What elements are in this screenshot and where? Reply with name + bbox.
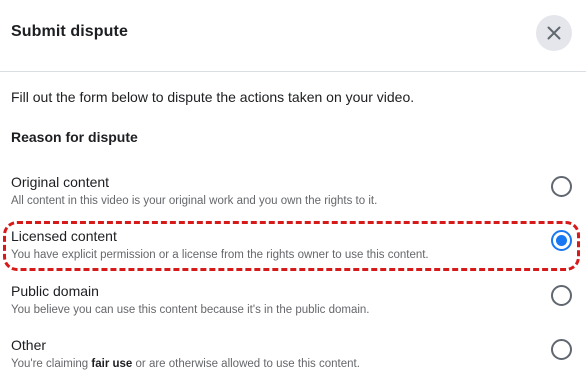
option-label: Public domain	[11, 283, 99, 299]
dialog-title: Submit dispute	[11, 23, 128, 40]
radio-public-domain[interactable]	[551, 285, 572, 306]
radio-licensed-content[interactable]	[551, 230, 572, 251]
close-button[interactable]	[536, 15, 572, 51]
close-icon	[547, 26, 561, 40]
description-suffix: or are otherwise allowed to use this con…	[132, 358, 360, 370]
option-description: You believe you can use this content bec…	[11, 304, 370, 316]
option-description: You're claiming fair use or are otherwis…	[11, 358, 360, 370]
radio-other[interactable]	[551, 339, 572, 360]
description-prefix: You're claiming	[11, 358, 92, 370]
option-description: All content in this video is your origin…	[11, 195, 378, 207]
option-original-content[interactable]: Original content All content in this vid…	[0, 174, 586, 220]
option-label: Licensed content	[11, 228, 117, 244]
option-description: You have explicit permission or a licens…	[11, 249, 429, 261]
reason-heading: Reason for dispute	[11, 129, 138, 145]
option-other[interactable]: Other You're claiming fair use or are ot…	[0, 337, 586, 383]
radio-original-content[interactable]	[551, 176, 572, 197]
option-public-domain[interactable]: Public domain You believe you can use th…	[0, 283, 586, 329]
form-instructions: Fill out the form below to dispute the a…	[11, 89, 415, 105]
option-licensed-content[interactable]: Licensed content You have explicit permi…	[0, 228, 586, 274]
fair-use-emphasis: fair use	[91, 358, 133, 370]
option-label: Other	[11, 337, 47, 353]
option-label: Original content	[11, 174, 110, 190]
dialog-header: Submit dispute	[0, 0, 586, 72]
submit-dispute-dialog: Submit dispute Fill out the form below t…	[0, 0, 586, 386]
